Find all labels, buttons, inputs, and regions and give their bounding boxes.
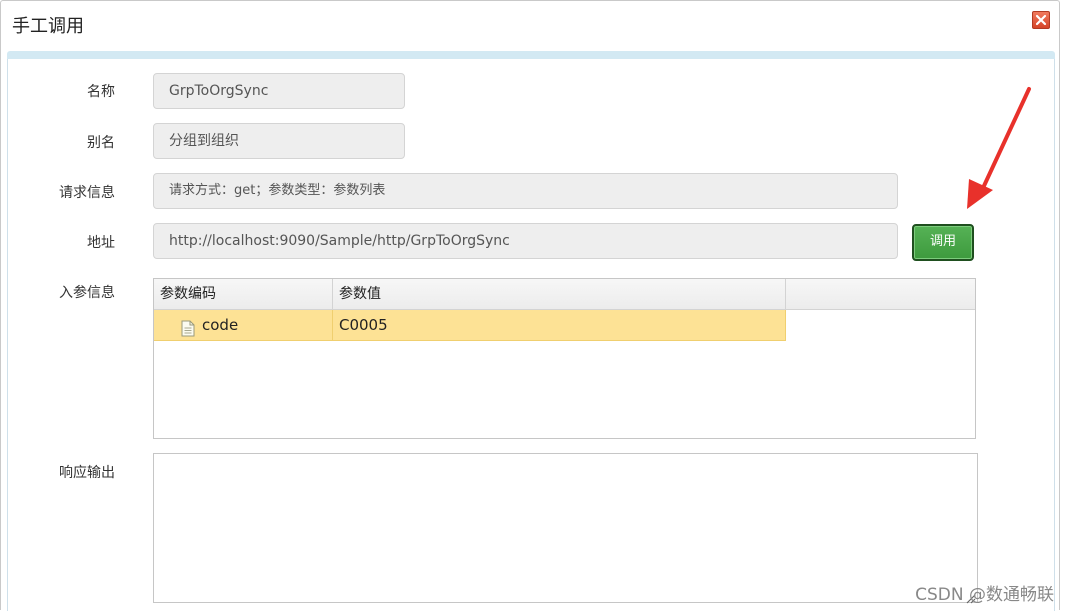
response-output[interactable] <box>153 453 978 603</box>
response-label: 响应输出 <box>59 465 115 481</box>
params-grid: 参数编码 参数值 code C0005 <box>153 278 976 439</box>
invoke-button[interactable]: 调用 <box>912 224 974 261</box>
dialog-title: 手工调用 <box>12 16 84 37</box>
grid-header: 参数编码 参数值 <box>154 279 975 310</box>
dialog-title-bar: 手工调用 <box>1 1 1059 47</box>
address-field[interactable]: http://localhost:9090/Sample/http/GrpToO… <box>153 223 898 259</box>
address-label: 地址 <box>87 235 115 251</box>
param-code-text: code <box>202 316 239 334</box>
name-field[interactable]: GrpToOrgSync <box>153 73 405 109</box>
alias-label: 别名 <box>87 135 115 151</box>
request-info-field[interactable]: 请求方式：get；参数类型：参数列表 <box>153 173 898 209</box>
close-icon[interactable] <box>1032 11 1050 29</box>
table-row[interactable]: code C0005 <box>154 310 786 341</box>
column-header-code[interactable]: 参数编码 <box>154 279 333 309</box>
params-label: 入参信息 <box>59 285 115 301</box>
manual-invoke-dialog: 手工调用 名称 GrpToOrgSync 别名 分组到组织 请求信息 请求方式：… <box>0 0 1060 611</box>
red-arrow-annotation <box>961 86 1036 220</box>
header-divider <box>7 51 1055 59</box>
alias-field[interactable]: 分组到组织 <box>153 123 405 159</box>
param-code-cell: code <box>154 310 333 340</box>
column-header-value[interactable]: 参数值 <box>333 279 786 309</box>
request-info-label: 请求信息 <box>59 185 115 201</box>
document-icon <box>181 317 195 347</box>
param-value-cell[interactable]: C0005 <box>333 310 786 340</box>
name-label: 名称 <box>87 84 115 100</box>
watermark: CSDN @数通畅联 <box>915 585 1054 605</box>
